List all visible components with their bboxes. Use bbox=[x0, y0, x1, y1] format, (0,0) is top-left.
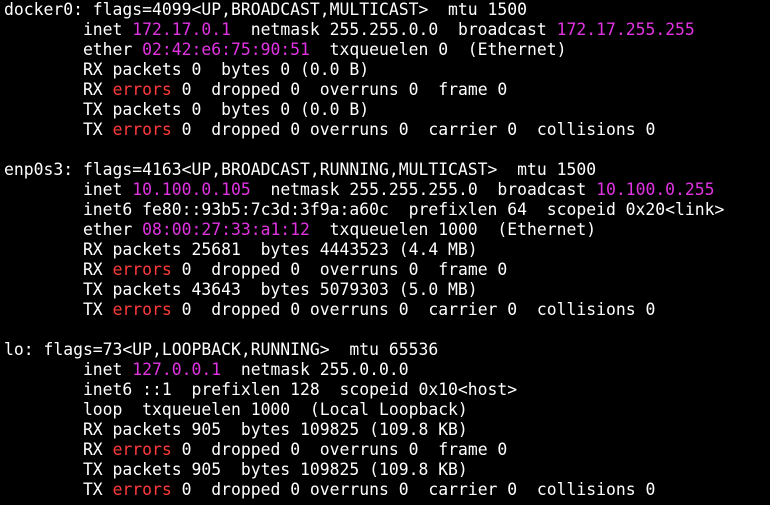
terminal-line: RX errors 0 dropped 0 overruns 0 frame 0 bbox=[4, 440, 770, 460]
terminal-text: TX packets 43643 bytes 5079303 (5.0 MB) bbox=[4, 280, 478, 299]
terminal-text: TX bbox=[4, 480, 113, 499]
errors-label: errors bbox=[112, 480, 172, 499]
terminal-text: inet bbox=[4, 20, 133, 39]
terminal-text: 0 dropped 0 overruns 0 frame 0 bbox=[171, 260, 508, 279]
terminal-line: enp0s3: flags=4163<UP,BROADCAST,RUNNING,… bbox=[4, 160, 770, 180]
terminal-text: ether bbox=[4, 220, 143, 239]
terminal-text: TX packets 0 bytes 0 (0.0 B) bbox=[4, 100, 370, 119]
terminal-text: TX bbox=[4, 120, 113, 139]
address-text: 127.0.0.1 bbox=[132, 360, 222, 379]
terminal-text: inet bbox=[4, 180, 133, 199]
address-text: 172.17.255.255 bbox=[556, 20, 695, 39]
terminal-line: inet 127.0.0.1 netmask 255.0.0.0 bbox=[4, 360, 770, 380]
terminal-text: loop txqueuelen 1000 (Local Loopback) bbox=[4, 400, 468, 419]
address-text: 172.17.0.1 bbox=[132, 20, 231, 39]
terminal-text: netmask 255.255.255.0 broadcast bbox=[250, 180, 597, 199]
terminal-text: netmask 255.255.0.0 broadcast bbox=[230, 20, 557, 39]
terminal-line: RX packets 905 bytes 109825 (109.8 KB) bbox=[4, 420, 770, 440]
terminal-text: docker0: flags=4099<UP,BROADCAST,MULTICA… bbox=[4, 0, 528, 19]
terminal-text: RX packets 0 bytes 0 (0.0 B) bbox=[4, 60, 370, 79]
terminal-line: loop txqueuelen 1000 (Local Loopback) bbox=[4, 400, 770, 420]
terminal-text: txqueuelen 0 (Ethernet) bbox=[309, 40, 567, 59]
terminal-output[interactable]: docker0: flags=4099<UP,BROADCAST,MULTICA… bbox=[0, 0, 770, 505]
terminal-text: 0 dropped 0 overruns 0 frame 0 bbox=[171, 80, 508, 99]
errors-label: errors bbox=[112, 120, 172, 139]
terminal-text: 0 dropped 0 overruns 0 carrier 0 collisi… bbox=[171, 120, 656, 139]
terminal-line: TX packets 905 bytes 109825 (109.8 KB) bbox=[4, 460, 770, 480]
terminal-text: 0 dropped 0 overruns 0 frame 0 bbox=[171, 440, 508, 459]
terminal-line: RX packets 25681 bytes 4443523 (4.4 MB) bbox=[4, 240, 770, 260]
terminal-line: RX packets 0 bytes 0 (0.0 B) bbox=[4, 60, 770, 80]
address-text: 02:42:e6:75:90:51 bbox=[142, 40, 310, 59]
errors-label: errors bbox=[112, 80, 172, 99]
terminal-text: RX bbox=[4, 80, 113, 99]
address-text: 10.100.0.255 bbox=[596, 180, 715, 199]
terminal-text: enp0s3: flags=4163<UP,BROADCAST,RUNNING,… bbox=[4, 160, 597, 179]
terminal-line: RX errors 0 dropped 0 overruns 0 frame 0 bbox=[4, 260, 770, 280]
terminal-text: RX packets 25681 bytes 4443523 (4.4 MB) bbox=[4, 240, 478, 259]
terminal-text: RX bbox=[4, 440, 113, 459]
terminal-line: inet 10.100.0.105 netmask 255.255.255.0 … bbox=[4, 180, 770, 200]
terminal-line: TX errors 0 dropped 0 overruns 0 carrier… bbox=[4, 300, 770, 320]
terminal-line: ether 08:00:27:33:a1:12 txqueuelen 1000 … bbox=[4, 220, 770, 240]
errors-label: errors bbox=[112, 440, 172, 459]
terminal-text: 0 dropped 0 overruns 0 carrier 0 collisi… bbox=[171, 480, 656, 499]
terminal-text: netmask 255.0.0.0 bbox=[221, 360, 409, 379]
terminal-line: docker0: flags=4099<UP,BROADCAST,MULTICA… bbox=[4, 0, 770, 20]
terminal-line: TX errors 0 dropped 0 overruns 0 carrier… bbox=[4, 480, 770, 500]
terminal-line: TX packets 0 bytes 0 (0.0 B) bbox=[4, 100, 770, 120]
errors-label: errors bbox=[112, 300, 172, 319]
terminal-text: RX bbox=[4, 260, 113, 279]
terminal-line: ether 02:42:e6:75:90:51 txqueuelen 0 (Et… bbox=[4, 40, 770, 60]
terminal-line: inet6 ::1 prefixlen 128 scopeid 0x10<hos… bbox=[4, 380, 770, 400]
errors-label: errors bbox=[112, 260, 172, 279]
terminal-text: inet bbox=[4, 360, 133, 379]
terminal-text: TX packets 905 bytes 109825 (109.8 KB) bbox=[4, 460, 468, 479]
terminal-line: TX packets 43643 bytes 5079303 (5.0 MB) bbox=[4, 280, 770, 300]
terminal-line: TX errors 0 dropped 0 overruns 0 carrier… bbox=[4, 120, 770, 140]
terminal-line: lo: flags=73<UP,LOOPBACK,RUNNING> mtu 65… bbox=[4, 340, 770, 360]
terminal-text: txqueuelen 1000 (Ethernet) bbox=[309, 220, 597, 239]
terminal-text: lo: flags=73<UP,LOOPBACK,RUNNING> mtu 65… bbox=[4, 340, 439, 359]
terminal-text: 0 dropped 0 overruns 0 carrier 0 collisi… bbox=[171, 300, 656, 319]
terminal-text: TX bbox=[4, 300, 113, 319]
terminal-text: inet6 ::1 prefixlen 128 scopeid 0x10<hos… bbox=[4, 380, 518, 399]
terminal-line: inet 172.17.0.1 netmask 255.255.0.0 broa… bbox=[4, 20, 770, 40]
terminal-text: ether bbox=[4, 40, 143, 59]
address-text: 08:00:27:33:a1:12 bbox=[142, 220, 310, 239]
terminal-text: inet6 fe80::93b5:7c3d:3f9a:a60c prefixle… bbox=[4, 200, 725, 219]
terminal-text: RX packets 905 bytes 109825 (109.8 KB) bbox=[4, 420, 468, 439]
address-text: 10.100.0.105 bbox=[132, 180, 251, 199]
terminal-line: inet6 fe80::93b5:7c3d:3f9a:a60c prefixle… bbox=[4, 200, 770, 220]
terminal-line: RX errors 0 dropped 0 overruns 0 frame 0 bbox=[4, 80, 770, 100]
